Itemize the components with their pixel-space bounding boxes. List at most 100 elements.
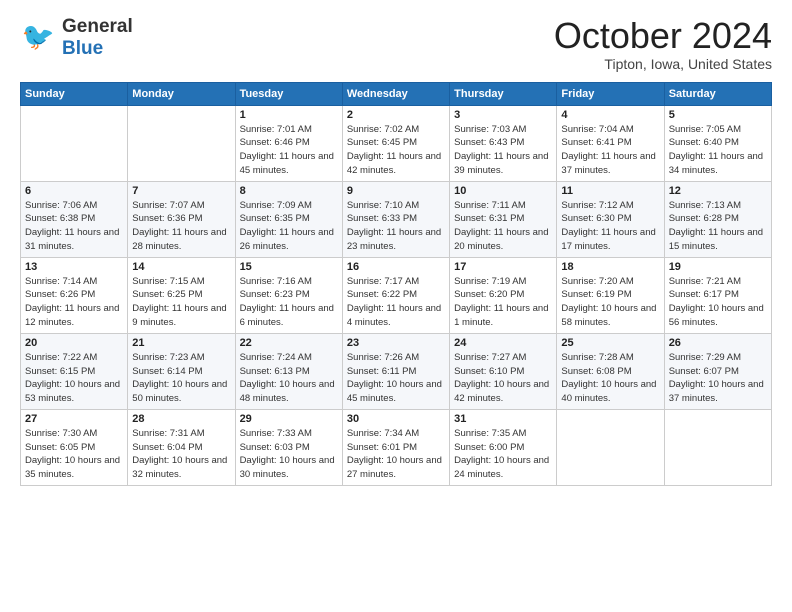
calendar-cell: 6 Sunrise: 7:06 AM Sunset: 6:38 PM Daylig… [21,181,128,257]
calendar-cell: 28 Sunrise: 7:31 AM Sunset: 6:04 PM Dayli… [128,409,235,485]
day-number: 31 [454,413,552,425]
day-number: 18 [561,261,659,273]
calendar-week-row: 13 Sunrise: 7:14 AM Sunset: 6:26 PM Dayli… [21,257,772,333]
day-info: Sunrise: 7:21 AM Sunset: 6:17 PM Dayligh… [669,275,767,330]
calendar-cell: 10 Sunrise: 7:11 AM Sunset: 6:31 PM Dayli… [450,181,557,257]
day-number: 30 [347,413,445,425]
calendar-cell: 17 Sunrise: 7:19 AM Sunset: 6:20 PM Dayli… [450,257,557,333]
day-number: 2 [347,109,445,121]
day-number: 25 [561,337,659,349]
day-number: 21 [132,337,230,349]
calendar-cell: 9 Sunrise: 7:10 AM Sunset: 6:33 PM Daylig… [342,181,449,257]
calendar-cell: 7Sunrise: 7:07 AM Sunset: 6:36 PM Daylig… [128,181,235,257]
month-title: October 2024 [554,16,772,56]
calendar-cell: 22 Sunrise: 7:24 AM Sunset: 6:13 PM Dayli… [235,333,342,409]
day-info: Sunrise: 7:12 AM Sunset: 6:30 PM Dayligh… [561,199,659,254]
calendar-week-row: 1Sunrise: 7:01 AM Sunset: 6:46 PM Daylig… [21,105,772,181]
calendar-cell: 14 Sunrise: 7:15 AM Sunset: 6:25 PM Dayli… [128,257,235,333]
day-number: 28 [132,413,230,425]
day-number: 1 [240,109,338,121]
calendar-cell: 4Sunrise: 7:04 AM Sunset: 6:41 PM Daylig… [557,105,664,181]
calendar-cell [557,409,664,485]
logo-blue: Blue [62,38,133,60]
day-info: Sunrise: 7:33 AM Sunset: 6:03 PM Dayligh… [240,427,338,482]
day-info: Sunrise: 7:23 AM Sunset: 6:14 PM Dayligh… [132,351,230,406]
day-info: Sunrise: 7:27 AM Sunset: 6:10 PM Dayligh… [454,351,552,406]
logo-general: General [62,16,133,38]
weekday-header: Wednesday [342,82,449,105]
day-number: 15 [240,261,338,273]
calendar-cell [128,105,235,181]
calendar-cell: 13 Sunrise: 7:14 AM Sunset: 6:26 PM Dayli… [21,257,128,333]
calendar-cell: 1Sunrise: 7:01 AM Sunset: 6:46 PM Daylig… [235,105,342,181]
title-block: October 2024 Tipton, Iowa, United States [554,16,772,72]
day-number: 17 [454,261,552,273]
weekday-header: Tuesday [235,82,342,105]
day-number: 11 [561,185,659,197]
calendar-cell: 27Sunrise: 7:30 AM Sunset: 6:05 PM Dayli… [21,409,128,485]
calendar-week-row: 27Sunrise: 7:30 AM Sunset: 6:05 PM Dayli… [21,409,772,485]
day-info: Sunrise: 7:28 AM Sunset: 6:08 PM Dayligh… [561,351,659,406]
calendar-table: SundayMondayTuesdayWednesdayThursdayFrid… [20,82,772,486]
header: 🐦 General Blue October 2024 Tipton, Iowa… [20,16,772,72]
calendar-cell: 16 Sunrise: 7:17 AM Sunset: 6:22 PM Dayli… [342,257,449,333]
calendar-cell: 24 Sunrise: 7:27 AM Sunset: 6:10 PM Dayli… [450,333,557,409]
day-number: 7 [132,185,230,197]
location: Tipton, Iowa, United States [554,56,772,72]
day-info: Sunrise: 7:02 AM Sunset: 6:45 PM Dayligh… [347,123,445,178]
day-number: 8 [240,185,338,197]
day-info: Sunrise: 7:06 AM Sunset: 6:38 PM Dayligh… [25,199,123,254]
day-number: 22 [240,337,338,349]
calendar-cell: 31Sunrise: 7:35 AM Sunset: 6:00 PM Dayli… [450,409,557,485]
calendar-cell: 11 Sunrise: 7:12 AM Sunset: 6:30 PM Dayli… [557,181,664,257]
day-number: 10 [454,185,552,197]
day-number: 24 [454,337,552,349]
logo-icon: 🐦 [20,19,58,57]
day-info: Sunrise: 7:24 AM Sunset: 6:13 PM Dayligh… [240,351,338,406]
day-number: 20 [25,337,123,349]
calendar-week-row: 20Sunrise: 7:22 AM Sunset: 6:15 PM Dayli… [21,333,772,409]
calendar-cell: 25 Sunrise: 7:28 AM Sunset: 6:08 PM Dayli… [557,333,664,409]
weekday-header: Thursday [450,82,557,105]
day-info: Sunrise: 7:03 AM Sunset: 6:43 PM Dayligh… [454,123,552,178]
day-info: Sunrise: 7:20 AM Sunset: 6:19 PM Dayligh… [561,275,659,330]
calendar-cell: 3Sunrise: 7:03 AM Sunset: 6:43 PM Daylig… [450,105,557,181]
day-info: Sunrise: 7:11 AM Sunset: 6:31 PM Dayligh… [454,199,552,254]
calendar-cell: 23Sunrise: 7:26 AM Sunset: 6:11 PM Dayli… [342,333,449,409]
weekday-header: Monday [128,82,235,105]
day-info: Sunrise: 7:14 AM Sunset: 6:26 PM Dayligh… [25,275,123,330]
weekday-header: Friday [557,82,664,105]
svg-text:🐦: 🐦 [22,21,55,51]
calendar-cell: 12Sunrise: 7:13 AM Sunset: 6:28 PM Dayli… [664,181,771,257]
calendar-cell: 15 Sunrise: 7:16 AM Sunset: 6:23 PM Dayli… [235,257,342,333]
day-number: 16 [347,261,445,273]
calendar-cell [664,409,771,485]
day-number: 14 [132,261,230,273]
day-number: 12 [669,185,767,197]
day-info: Sunrise: 7:04 AM Sunset: 6:41 PM Dayligh… [561,123,659,178]
day-info: Sunrise: 7:17 AM Sunset: 6:22 PM Dayligh… [347,275,445,330]
day-info: Sunrise: 7:31 AM Sunset: 6:04 PM Dayligh… [132,427,230,482]
day-info: Sunrise: 7:10 AM Sunset: 6:33 PM Dayligh… [347,199,445,254]
calendar-cell: 5 Sunrise: 7:05 AM Sunset: 6:40 PM Daylig… [664,105,771,181]
day-number: 9 [347,185,445,197]
day-info: Sunrise: 7:29 AM Sunset: 6:07 PM Dayligh… [669,351,767,406]
day-number: 5 [669,109,767,121]
calendar-week-row: 6 Sunrise: 7:06 AM Sunset: 6:38 PM Daylig… [21,181,772,257]
calendar-cell: 26 Sunrise: 7:29 AM Sunset: 6:07 PM Dayli… [664,333,771,409]
day-info: Sunrise: 7:16 AM Sunset: 6:23 PM Dayligh… [240,275,338,330]
day-number: 6 [25,185,123,197]
calendar-cell: 29Sunrise: 7:33 AM Sunset: 6:03 PM Dayli… [235,409,342,485]
day-info: Sunrise: 7:30 AM Sunset: 6:05 PM Dayligh… [25,427,123,482]
day-info: Sunrise: 7:19 AM Sunset: 6:20 PM Dayligh… [454,275,552,330]
calendar-header-row: SundayMondayTuesdayWednesdayThursdayFrid… [21,82,772,105]
day-number: 13 [25,261,123,273]
calendar-cell: 21 Sunrise: 7:23 AM Sunset: 6:14 PM Dayli… [128,333,235,409]
page: 🐦 General Blue October 2024 Tipton, Iowa… [0,0,792,612]
day-info: Sunrise: 7:15 AM Sunset: 6:25 PM Dayligh… [132,275,230,330]
logo-text: General Blue [62,16,133,60]
day-info: Sunrise: 7:05 AM Sunset: 6:40 PM Dayligh… [669,123,767,178]
calendar-cell: 20Sunrise: 7:22 AM Sunset: 6:15 PM Dayli… [21,333,128,409]
calendar-cell: 19Sunrise: 7:21 AM Sunset: 6:17 PM Dayli… [664,257,771,333]
day-number: 26 [669,337,767,349]
